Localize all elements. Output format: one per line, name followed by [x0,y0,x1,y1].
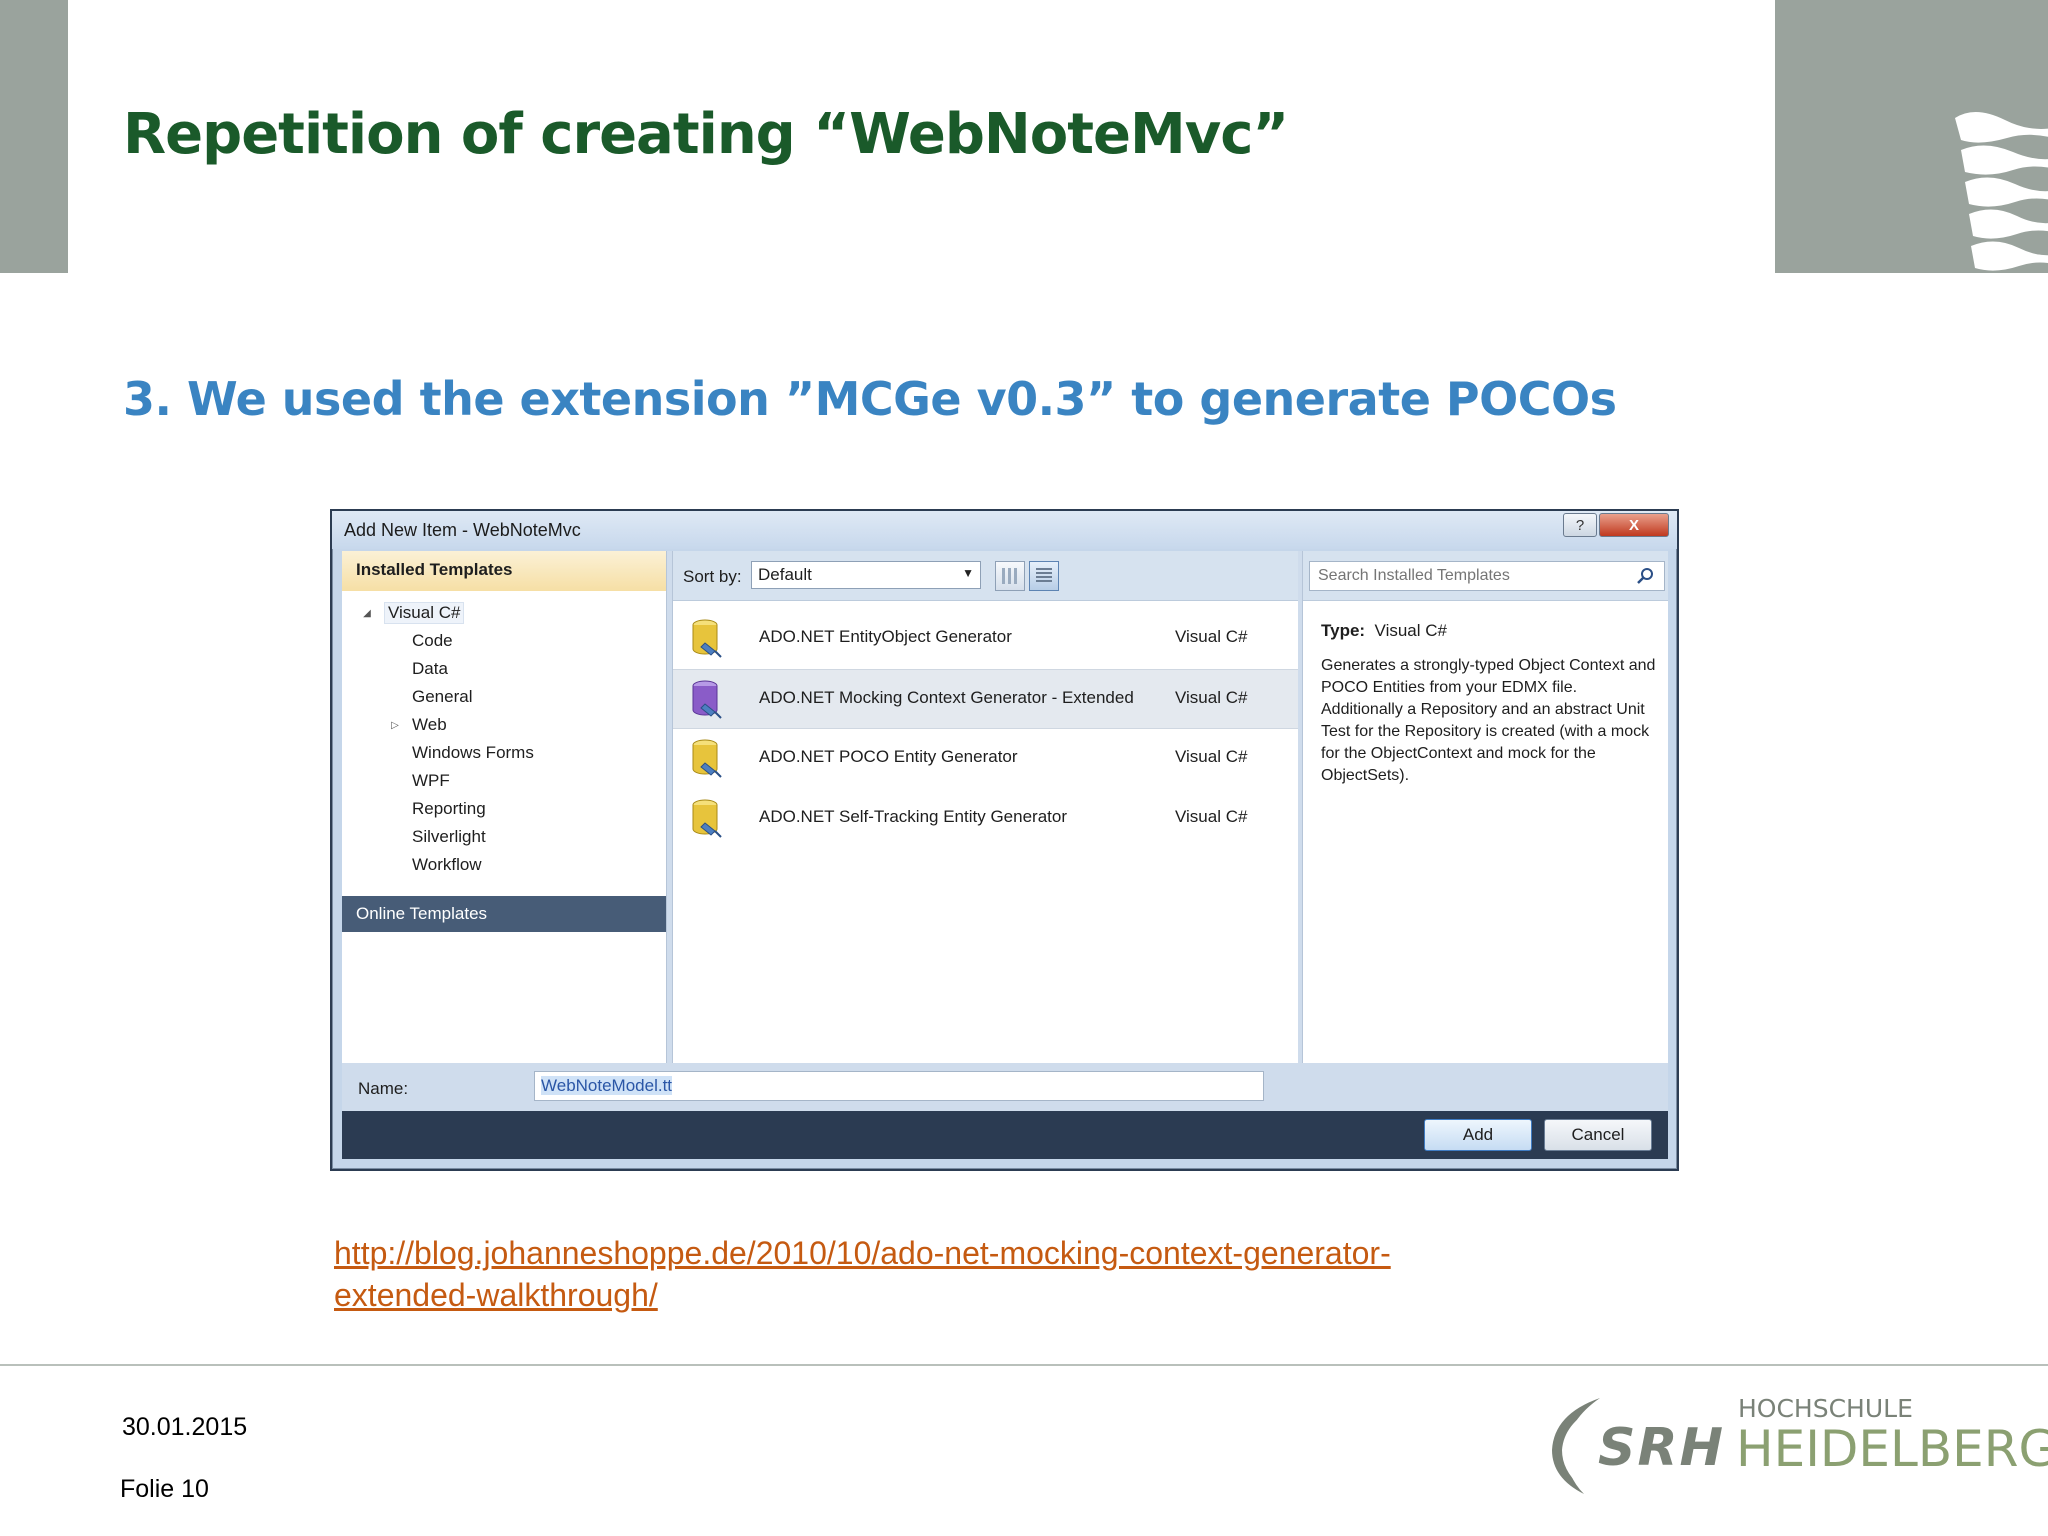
type-label: Type: [1321,621,1366,640]
tree-item-label: Data [412,659,448,678]
slide-number: Folie 10 [120,1475,209,1503]
slide-subtitle: 3. We used the extension ”MCGe v0.3” to … [123,372,1617,426]
dialog-title: Add New Item - WebNoteMvc [344,520,581,540]
tree-item-windows-forms[interactable]: Windows Forms [342,739,666,767]
tree-item-label: WPF [412,771,450,790]
tree-item-label: Reporting [412,799,486,818]
close-icon: X [1628,516,1639,534]
blog-link-line1[interactable]: http://blog.johanneshoppe.de/2010/10/ado… [334,1235,1391,1271]
tree-item-visual-csharp[interactable]: ◢ Visual C# [342,599,666,627]
template-category-pane: Installed Templates ◢ Visual C# Code Dat… [342,551,667,1063]
template-name: ADO.NET Self-Tracking Entity Generator [759,807,1067,826]
database-yellow-icon [692,619,722,658]
dialog-titlebar: Add New Item - WebNoteMvc ? X [332,511,1677,549]
tree-item-reporting[interactable]: Reporting [342,795,666,823]
medium-icons-view-button[interactable] [995,561,1025,591]
list-view-button[interactable] [1029,561,1059,591]
search-input[interactable] [1309,561,1665,591]
swoosh-logo-icon [1552,1398,1600,1494]
online-templates-header[interactable]: Online Templates [342,896,666,932]
template-details-pane: Type: Visual C# Generates a strongly-typ… [1302,551,1668,1063]
tree-item-label: Windows Forms [412,743,534,762]
tree-item-label: Visual C# [384,602,465,624]
help-icon: ? [1575,516,1585,534]
tree-item-data[interactable]: Data [342,655,666,683]
installed-templates-header[interactable]: Installed Templates [342,551,666,591]
slide-title: Repetition of creating “WebNoteMvc” [123,102,1289,167]
add-button[interactable]: Add [1424,1119,1532,1151]
template-language: Visual C# [1175,688,1248,707]
template-language: Visual C# [1175,807,1248,826]
sort-dropdown[interactable]: Default ▼ [751,561,981,589]
add-new-item-dialog: Add New Item - WebNoteMvc ? X Installed … [330,509,1679,1171]
template-list: ADO.NET EntityObject Generator Visual C#… [673,609,1298,849]
logo-srh-text: SRH [1598,1418,1726,1478]
template-row[interactable]: ADO.NET Self-Tracking Entity Generator V… [673,789,1298,849]
collapsed-arrow-icon[interactable]: ▷ [388,720,402,731]
tree-item-code[interactable]: Code [342,627,666,655]
template-language: Visual C# [1175,627,1248,646]
sort-toolbar: Sort by: Default ▼ [673,551,1298,601]
help-button[interactable]: ? [1563,513,1597,537]
slide-date: 30.01.2015 [122,1413,248,1441]
name-row: Name: WebNoteModel.tt [342,1063,1668,1111]
template-language: Visual C# [1175,747,1248,766]
dialog-button-row: Add Cancel [342,1111,1668,1159]
type-value: Visual C# [1374,621,1447,640]
template-description: Generates a strongly-typed Object Contex… [1321,657,1656,784]
template-row[interactable]: ADO.NET EntityObject Generator Visual C# [673,609,1298,669]
category-tree: ◢ Visual C# Code Data General ▷ Web Wind… [342,599,666,879]
database-yellow-icon [692,739,722,778]
tree-item-label: Code [412,631,453,650]
logo-heidelberg-text: HEIDELBERG [1736,1420,2048,1478]
template-type: Type: Visual C# [1321,621,1447,641]
name-input[interactable]: WebNoteModel.tt [534,1071,1264,1101]
search-icon[interactable] [1636,567,1654,585]
template-name: ADO.NET Mocking Context Generator - Exte… [759,688,1134,707]
database-purple-icon [692,680,722,719]
srh-heidelberg-logo: SRH HOCHSCHULE HEIDELBERG [1544,1388,2048,1498]
cancel-button[interactable]: Cancel [1544,1119,1652,1151]
tree-item-wpf[interactable]: WPF [342,767,666,795]
blog-link[interactable]: http://blog.johanneshoppe.de/2010/10/ado… [334,1232,1634,1316]
template-name: ADO.NET POCO Entity Generator [759,747,1018,766]
dialog-body: Installed Templates ◢ Visual C# Code Dat… [342,551,1668,1159]
blog-link-line2[interactable]: extended-walkthrough/ [334,1277,658,1313]
search-toolbar [1303,551,1668,601]
tree-item-label: Workflow [412,855,482,874]
name-label: Name: [358,1079,409,1098]
sort-value: Default [758,565,812,584]
chevron-down-icon: ▼ [962,566,974,580]
wave-logo-icon [1955,112,2048,271]
columns-view-icon [1002,568,1018,584]
tree-item-label: Web [412,715,447,734]
template-name: ADO.NET EntityObject Generator [759,627,1012,646]
tree-item-general[interactable]: General [342,683,666,711]
tree-item-web[interactable]: ▷ Web [342,711,666,739]
tree-item-label: General [412,687,473,706]
logo-hochschule-text: HOCHSCHULE [1738,1394,1913,1423]
tree-item-workflow[interactable]: Workflow [342,851,666,879]
footer-divider [0,1364,2048,1366]
template-row-selected[interactable]: ADO.NET Mocking Context Generator - Exte… [673,669,1298,729]
tree-item-label: Silverlight [412,827,486,846]
name-value: WebNoteModel.tt [541,1076,673,1095]
template-row[interactable]: ADO.NET POCO Entity Generator Visual C# [673,729,1298,789]
expanded-arrow-icon[interactable]: ◢ [360,608,374,619]
right-decor-block [1775,0,2048,273]
list-view-icon [1036,568,1052,584]
tree-item-silverlight[interactable]: Silverlight [342,823,666,851]
database-yellow-icon [692,799,722,838]
close-button[interactable]: X [1599,513,1669,537]
template-list-pane: Sort by: Default ▼ ADO.NET EntityObject … [672,551,1298,1063]
sort-label: Sort by: [683,567,742,586]
left-decor-bar [0,0,68,273]
